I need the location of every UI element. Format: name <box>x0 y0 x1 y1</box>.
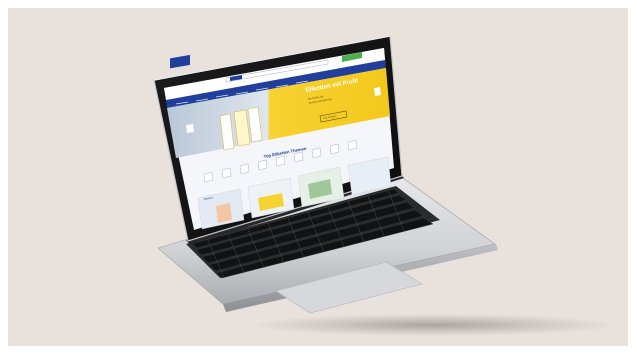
category-icon-7 <box>311 147 322 159</box>
category-icon-5 <box>275 155 286 167</box>
category-icon-8 <box>329 143 340 155</box>
slider-next-icon <box>374 87 381 96</box>
category-icon-2 <box>221 167 232 179</box>
photo-backdrop: Etiketten Rollen Etiketten mit Profil Wi… <box>8 8 628 346</box>
category-icon-4 <box>257 159 268 171</box>
slider-prev-icon <box>186 124 194 133</box>
category-icon-9 <box>347 139 358 151</box>
logo-badge <box>170 54 190 69</box>
laptop-illustration: Etiketten Rollen Etiketten mit Profil Wi… <box>153 35 498 314</box>
card-image-person <box>216 203 232 223</box>
category-icon-3 <box>239 163 250 175</box>
category-icon-6 <box>293 151 304 163</box>
category-icon-1 <box>203 171 214 183</box>
